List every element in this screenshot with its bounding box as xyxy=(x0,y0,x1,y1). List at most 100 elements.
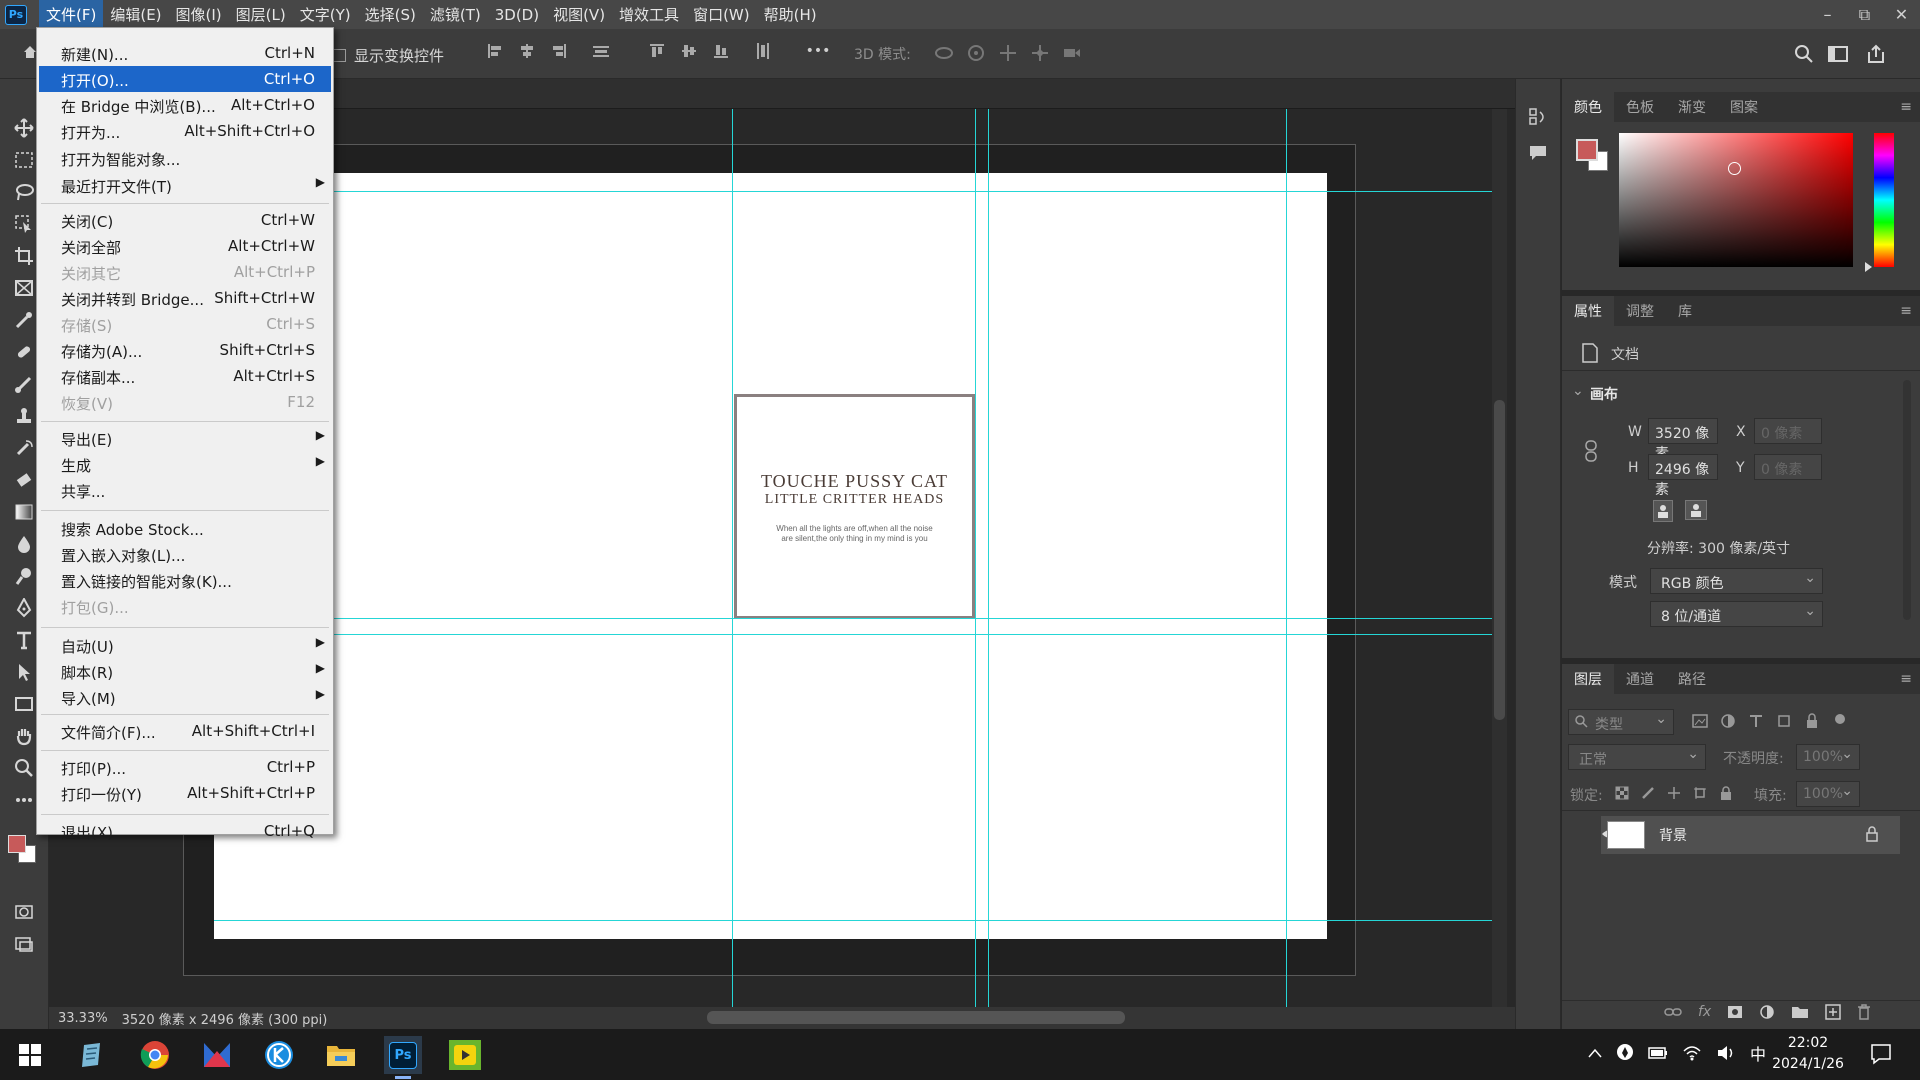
file-menu-item[interactable]: 打印(P)... Ctrl+P xyxy=(39,754,331,780)
file-menu-item[interactable]: 置入嵌入对象(L)... xyxy=(39,541,331,567)
guide-horizontal[interactable] xyxy=(214,191,1492,192)
file-menu-item[interactable]: 关闭并转到 Bridge... Shift+Ctrl+W xyxy=(39,285,331,311)
file-menu-item[interactable]: 存储为(A)... Shift+Ctrl+S xyxy=(39,337,331,363)
volume-icon[interactable] xyxy=(1716,1045,1736,1061)
fx-icon[interactable]: fx xyxy=(1698,1004,1711,1020)
blur-tool-icon[interactable] xyxy=(10,531,38,557)
eyedropper-tool-icon[interactable] xyxy=(10,307,38,333)
menu-image[interactable]: 图像(I) xyxy=(169,0,229,29)
file-menu-item[interactable]: 退出(X) Ctrl+Q xyxy=(39,818,331,844)
canvas-section-title[interactable]: 画布 xyxy=(1590,384,1618,404)
align-middle-v-icon[interactable] xyxy=(680,42,698,60)
hand-tool-icon[interactable] xyxy=(10,723,38,749)
align-bottom-icon[interactable] xyxy=(712,42,730,60)
guide-horizontal[interactable] xyxy=(214,634,1492,635)
adjustment-layer-icon[interactable] xyxy=(1759,1004,1775,1020)
type-tool-icon[interactable] xyxy=(10,627,38,653)
new-layer-icon[interactable] xyxy=(1825,1004,1841,1020)
history-panel-icon[interactable] xyxy=(1528,107,1548,127)
3d-slide-icon[interactable] xyxy=(1030,44,1050,62)
tab-properties[interactable]: 属性 xyxy=(1562,296,1614,326)
media-player-icon[interactable] xyxy=(446,1036,484,1074)
color-swatches[interactable] xyxy=(6,831,38,865)
guide-horizontal[interactable] xyxy=(214,618,1492,619)
new-group-icon[interactable] xyxy=(1791,1005,1809,1019)
tab-swatches[interactable]: 色板 xyxy=(1614,92,1666,122)
guide-vertical[interactable] xyxy=(975,109,976,1007)
lock-position-icon[interactable] xyxy=(1667,786,1681,800)
file-menu-item[interactable]: 关闭全部 Alt+Ctrl+W xyxy=(39,233,331,259)
show-transform-checkbox[interactable] xyxy=(333,49,346,62)
tab-color[interactable]: 颜色 xyxy=(1562,92,1614,122)
clone-stamp-tool-icon[interactable] xyxy=(10,403,38,429)
more-tools-icon[interactable] xyxy=(10,787,38,813)
align-left-icon[interactable] xyxy=(486,42,504,60)
path-select-tool-icon[interactable] xyxy=(10,659,38,685)
lock-artboard-icon[interactable] xyxy=(1693,786,1707,800)
ime-indicator[interactable]: 中 xyxy=(1750,1041,1766,1065)
distribute-v-icon[interactable] xyxy=(754,42,772,60)
location-icon[interactable] xyxy=(1616,1043,1634,1063)
pen-tool-icon[interactable] xyxy=(10,595,38,621)
file-menu-item[interactable]: 存储副本... Alt+Ctrl+S xyxy=(39,363,331,389)
menu-window[interactable]: 窗口(W) xyxy=(686,0,757,29)
menu-file[interactable]: 文件(F) xyxy=(39,0,104,29)
gradient-tool-icon[interactable] xyxy=(10,499,38,525)
move-tool-icon[interactable] xyxy=(10,115,38,141)
lasso-tool-icon[interactable] xyxy=(10,179,38,205)
landscape-orientation-button[interactable] xyxy=(1685,500,1707,520)
document-info[interactable]: 3520 像素 x 2496 像素 (300 ppi) xyxy=(122,1009,328,1028)
delete-layer-icon[interactable] xyxy=(1857,1004,1871,1020)
filter-toggle-icon[interactable] xyxy=(1832,713,1848,729)
file-menu-item[interactable]: 生成 ▶ xyxy=(39,451,331,477)
menu-edit[interactable]: 编辑(E) xyxy=(103,0,168,29)
more-options-icon[interactable]: ••• xyxy=(806,42,831,60)
horizontal-scroll-thumb[interactable] xyxy=(707,1011,1125,1024)
panel-menu-icon[interactable]: ≡ xyxy=(1900,303,1912,319)
file-menu-item[interactable]: 关闭(C) Ctrl+W xyxy=(39,207,331,233)
search-icon[interactable] xyxy=(1794,44,1814,64)
filter-pixel-icon[interactable] xyxy=(1692,713,1708,729)
lock-icon[interactable] xyxy=(1865,826,1879,842)
align-top-icon[interactable] xyxy=(648,42,666,60)
tab-layers[interactable]: 图层 xyxy=(1562,664,1614,694)
filter-adjustment-icon[interactable] xyxy=(1720,713,1736,729)
file-menu-item[interactable]: 搜索 Adobe Stock... xyxy=(39,515,331,541)
app-k-icon[interactable] xyxy=(260,1036,298,1074)
healing-brush-tool-icon[interactable] xyxy=(10,339,38,365)
minimize-button[interactable]: – xyxy=(1809,0,1846,29)
guide-vertical[interactable] xyxy=(732,109,733,1007)
hue-slider-handle[interactable] xyxy=(1865,262,1872,272)
zoom-level[interactable]: 33.33% xyxy=(58,1011,108,1026)
align-right-icon[interactable] xyxy=(550,42,568,60)
blend-mode-select[interactable]: 正常 xyxy=(1568,744,1706,770)
dodge-tool-icon[interactable] xyxy=(10,563,38,589)
marquee-tool-icon[interactable] xyxy=(10,147,38,173)
menu-type[interactable]: 文字(Y) xyxy=(293,0,358,29)
color-mode-select[interactable]: RGB 颜色 xyxy=(1650,568,1823,594)
lock-pixels-icon[interactable] xyxy=(1641,786,1655,800)
restore-button[interactable]: ⧉ xyxy=(1846,0,1883,29)
photoshop-taskbar-icon[interactable]: Ps xyxy=(384,1036,422,1074)
photoshop-logo-icon[interactable]: Ps xyxy=(5,4,27,25)
vertical-scroll-thumb[interactable] xyxy=(1494,400,1505,720)
foreground-color-swatch[interactable] xyxy=(1576,139,1598,161)
menu-layer[interactable]: 图层(L) xyxy=(229,0,293,29)
tab-libraries[interactable]: 库 xyxy=(1666,296,1704,326)
link-icon[interactable] xyxy=(1584,440,1598,462)
3d-pan-icon[interactable] xyxy=(998,44,1018,62)
show-transform-controls[interactable]: 显示变换控件 xyxy=(333,45,444,66)
windows-start-icon[interactable] xyxy=(11,1036,49,1074)
menu-3d[interactable]: 3D(D) xyxy=(488,0,546,29)
file-menu-item[interactable]: 导入(M) ▶ xyxy=(39,684,331,710)
comments-panel-icon[interactable] xyxy=(1528,143,1548,163)
file-menu-item[interactable]: 脚本(R) ▶ xyxy=(39,658,331,684)
opacity-field[interactable]: 100% xyxy=(1796,744,1860,770)
close-button[interactable]: ✕ xyxy=(1883,0,1920,29)
app-m-icon[interactable] xyxy=(198,1036,236,1074)
properties-scrollbar[interactable] xyxy=(1903,380,1911,620)
filter-shape-icon[interactable] xyxy=(1776,713,1792,729)
layer-name[interactable]: 背景 xyxy=(1659,825,1687,845)
menu-filter[interactable]: 滤镜(T) xyxy=(423,0,488,29)
file-menu-item[interactable]: 文件简介(F)... Alt+Shift+Ctrl+I xyxy=(39,718,331,744)
